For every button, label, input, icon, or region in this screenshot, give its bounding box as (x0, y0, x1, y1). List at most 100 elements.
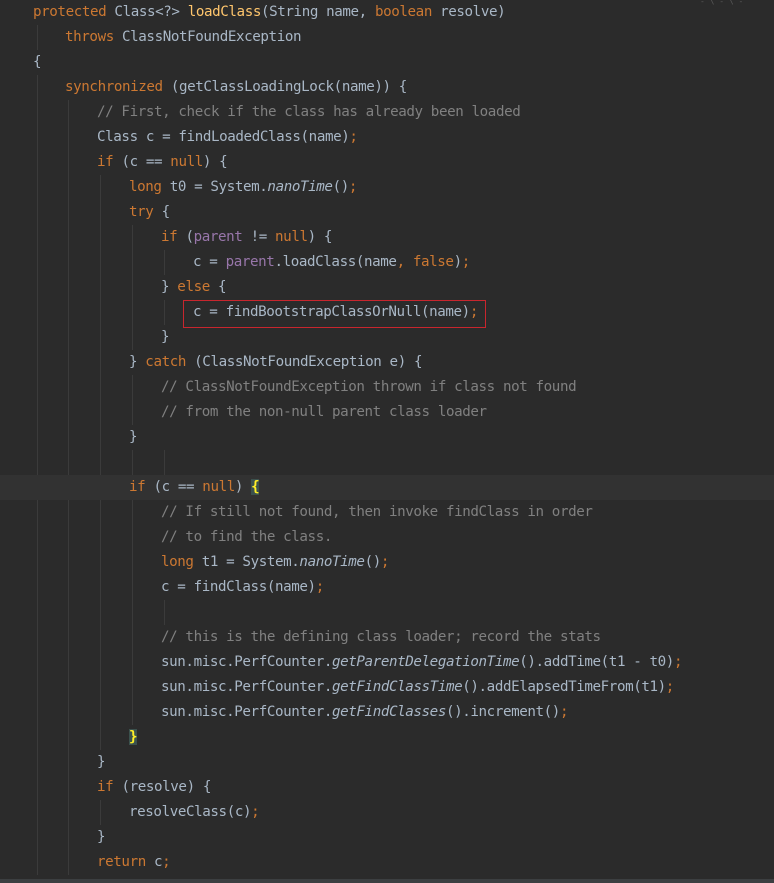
code-token: ) { (307, 229, 333, 245)
code-token: , (396, 254, 413, 270)
code-token: { (251, 479, 260, 495)
code-token: resolve) (440, 4, 506, 20)
code-token: long (161, 554, 202, 570)
code-line[interactable]: c = parent.loadClass(name, false); (0, 250, 774, 275)
code-token: resolveClass(c) (129, 804, 252, 820)
code-token: c = (193, 254, 226, 270)
code-line[interactable]: // this is the defining class loader; re… (0, 625, 774, 650)
code-token: (resolve) { (121, 779, 211, 795)
code-token: ().addTime(t1 - t0) (519, 654, 674, 670)
code-token: nanoTime (267, 179, 333, 195)
code-token: if (129, 479, 154, 495)
code-line[interactable]: } (0, 825, 774, 850)
code-token: sun.misc.PerfCounter. (161, 654, 332, 670)
code-line-text: // If still not found, then invoke findC… (161, 500, 593, 525)
code-token: Class c = findLoadedClass(name) (97, 129, 350, 145)
code-token: parent (225, 254, 275, 270)
code-token: .loadClass(name (274, 254, 397, 270)
code-line[interactable] (0, 600, 774, 625)
code-line[interactable]: } (0, 750, 774, 775)
code-line[interactable]: if (c == null) { (0, 150, 774, 175)
code-token: c = findBootstrapClassOrNull(name) (193, 304, 470, 320)
code-line[interactable]: // ClassNotFoundException thrown if clas… (0, 375, 774, 400)
code-token: ; (469, 304, 479, 320)
code-line[interactable] (0, 450, 774, 475)
code-token: null (170, 154, 203, 170)
code-line-text: try { (129, 200, 170, 225)
code-line[interactable]: c = findClass(name); (0, 575, 774, 600)
code-token: // ClassNotFoundException thrown if clas… (161, 379, 577, 395)
code-line[interactable]: sun.misc.PerfCounter.getFindClasses().in… (0, 700, 774, 725)
code-token: } (129, 429, 138, 445)
code-line[interactable]: try { (0, 200, 774, 225)
code-line[interactable]: // If still not found, then invoke findC… (0, 500, 774, 525)
code-line[interactable]: if (c == null) { (0, 475, 774, 500)
code-token: { (33, 54, 42, 70)
code-token: sun.misc.PerfCounter. (161, 704, 332, 720)
code-line-text: } (129, 425, 138, 450)
code-line-text: c = findBootstrapClassOrNull(name); (193, 300, 478, 325)
code-token: (String name, (260, 4, 375, 20)
code-line[interactable]: // from the non-null parent class loader (0, 400, 774, 425)
code-line[interactable]: if (parent != null) { (0, 225, 774, 250)
code-token: ().addElapsedTimeFrom(t1) (462, 679, 666, 695)
code-token: if (161, 229, 186, 245)
code-line[interactable]: long t1 = System.nanoTime(); (0, 550, 774, 575)
code-token: boolean (374, 4, 441, 20)
code-line-text: // ClassNotFoundException thrown if clas… (161, 375, 577, 400)
code-line-text: synchronized (getClassLoadingLock(name))… (65, 75, 407, 100)
code-token: nanoTime (299, 554, 365, 570)
code-line[interactable]: } else { (0, 275, 774, 300)
code-token: // from the non-null parent class loader (161, 404, 487, 420)
code-line[interactable]: } (0, 725, 774, 750)
code-line[interactable]: if (resolve) { (0, 775, 774, 800)
code-token: synchronized (65, 79, 171, 95)
code-line[interactable]: return c; (0, 850, 774, 875)
code-token: if (97, 154, 122, 170)
code-line[interactable]: } (0, 425, 774, 450)
code-line-text: if (c == null) { (129, 475, 260, 500)
code-line-text: Class c = findLoadedClass(name); (97, 125, 358, 150)
code-token: (c == (121, 154, 171, 170)
code-token: // If still not found, then invoke findC… (161, 504, 593, 520)
code-line-text: } (97, 825, 106, 850)
code-line[interactable]: sun.misc.PerfCounter.getParentDelegation… (0, 650, 774, 675)
code-line-text: sun.misc.PerfCounter.getFindClassTime().… (161, 675, 674, 700)
code-line[interactable]: resolveClass(c); (0, 800, 774, 825)
code-line-text: sun.misc.PerfCounter.getFindClasses().in… (161, 700, 569, 725)
code-token: // this is the defining class loader; re… (161, 629, 601, 645)
code-line-text: // from the non-null parent class loader (161, 400, 487, 425)
code-token: ; (315, 579, 325, 595)
code-line-text: long t0 = System.nanoTime(); (129, 175, 357, 200)
code-line-text: } catch (ClassNotFoundException e) { (129, 350, 423, 375)
code-line[interactable]: } (0, 325, 774, 350)
code-line[interactable]: } catch (ClassNotFoundException e) { (0, 350, 774, 375)
code-line[interactable]: long t0 = System.nanoTime(); (0, 175, 774, 200)
code-line[interactable]: c = findBootstrapClassOrNull(name); (0, 300, 774, 325)
code-editor[interactable]: protected Class<?> loadClass(String name… (0, 0, 774, 883)
code-token: ) (453, 254, 463, 270)
code-token: () (364, 554, 382, 570)
code-token: long (129, 179, 170, 195)
code-token: ) { (202, 154, 228, 170)
code-line-text: { (33, 50, 42, 75)
code-line[interactable]: // to find the class. (0, 525, 774, 550)
code-token: t1 = System. (201, 554, 300, 570)
code-token: Class<?> (114, 4, 188, 20)
code-line[interactable]: sun.misc.PerfCounter.getFindClassTime().… (0, 675, 774, 700)
code-line[interactable]: throws ClassNotFoundException (0, 25, 774, 50)
code-line[interactable]: { (0, 50, 774, 75)
code-line[interactable]: Class c = findLoadedClass(name); (0, 125, 774, 150)
editor-top-strip: - \ - \ - (700, 0, 774, 6)
code-line[interactable]: protected Class<?> loadClass(String name… (0, 0, 774, 25)
code-token: (c == (153, 479, 203, 495)
code-token: { (161, 204, 171, 220)
code-line-text: if (parent != null) { (161, 225, 332, 250)
code-line[interactable]: // First, check if the class has already… (0, 100, 774, 125)
code-line[interactable]: synchronized (getClassLoadingLock(name))… (0, 75, 774, 100)
code-line-text: resolveClass(c); (129, 800, 260, 825)
code-token: ; (349, 129, 358, 145)
code-line-text: } (97, 750, 106, 775)
code-token: } (129, 354, 146, 370)
code-token: () (332, 179, 350, 195)
